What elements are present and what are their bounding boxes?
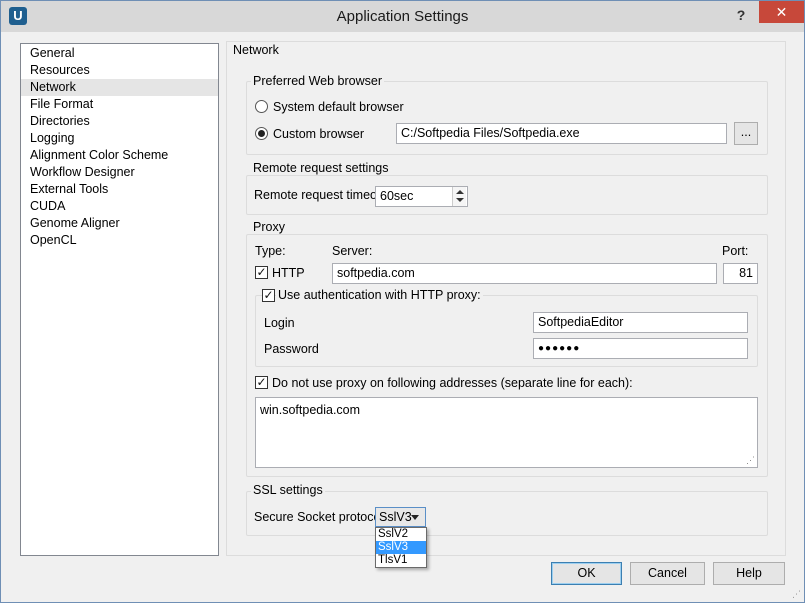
settings-window: U Application Settings ? ✕ General Resou… (0, 0, 805, 603)
ssl-protocol-dropdown[interactable]: SslV2 SslV3 TlsV1 (375, 527, 427, 568)
custom-browser-label[interactable]: Custom browser (273, 126, 364, 142)
use-auth-checkbox[interactable]: ✓ (262, 289, 275, 302)
spin-down-icon[interactable] (456, 198, 464, 202)
browse-button[interactable]: ... (734, 122, 758, 145)
sidebar-item-cuda[interactable]: CUDA (21, 198, 218, 215)
http-proxy-checkbox[interactable]: ✓ (255, 266, 268, 279)
title-bar[interactable]: U Application Settings ? ✕ (1, 1, 804, 32)
sidebar-item-alignment-color-scheme[interactable]: Alignment Color Scheme (21, 147, 218, 164)
window-title: Application Settings (336, 8, 469, 25)
ssl-protocol-select[interactable]: SslV3 (375, 507, 426, 527)
timeout-spinner[interactable] (452, 187, 466, 206)
cancel-button[interactable]: Cancel (630, 562, 705, 585)
no-proxy-label[interactable]: Do not use proxy on following addresses … (272, 375, 633, 391)
sidebar-item-directories[interactable]: Directories (21, 113, 218, 130)
proxy-port-header: Port: (722, 244, 749, 258)
spin-up-icon[interactable] (456, 190, 464, 194)
ssl-group-title: SSL settings (251, 483, 325, 497)
system-default-browser-radio[interactable] (255, 100, 268, 113)
no-proxy-addresses-field[interactable]: win.softpedia.com ⋰ (255, 397, 758, 468)
option-sslv3[interactable]: SslV3 (376, 541, 426, 554)
proxy-server-header: Server: (332, 244, 373, 258)
no-proxy-checkbox[interactable]: ✓ (255, 376, 268, 389)
proxy-server-field[interactable]: softpedia.com (332, 263, 717, 284)
sidebar-item-workflow-designer[interactable]: Workflow Designer (21, 164, 218, 181)
login-field[interactable]: SoftpediaEditor (533, 312, 748, 333)
sidebar-item-file-format[interactable]: File Format (21, 96, 218, 113)
resize-grip-icon[interactable]: ⋰ (746, 455, 755, 466)
app-icon: U (9, 7, 27, 25)
sidebar-item-external-tools[interactable]: External Tools (21, 181, 218, 198)
size-grip-icon[interactable]: ⋰ (792, 590, 801, 600)
use-auth-label[interactable]: Use authentication with HTTP proxy: (276, 288, 483, 302)
close-icon[interactable]: ✕ (759, 1, 804, 23)
browser-group-title: Preferred Web browser (251, 74, 384, 88)
sidebar-item-resources[interactable]: Resources (21, 62, 218, 79)
sidebar-item-general[interactable]: General (21, 45, 218, 62)
settings-category-list[interactable]: General Resources Network File Format Di… (20, 43, 219, 556)
sidebar-item-opencl[interactable]: OpenCL (21, 232, 218, 249)
remote-request-group-title: Remote request settings (251, 161, 391, 175)
help-icon[interactable]: ? (729, 5, 753, 25)
section-title: Network (233, 43, 279, 57)
custom-browser-radio[interactable] (255, 127, 268, 140)
option-tlsv1[interactable]: TlsV1 (376, 554, 426, 567)
http-proxy-label[interactable]: HTTP (272, 265, 305, 281)
remote-timeout-label: Remote request timeout (254, 188, 388, 202)
login-label: Login (264, 316, 295, 330)
browser-path-field[interactable]: C:/Softpedia Files/Softpedia.exe (396, 123, 727, 144)
sidebar-item-logging[interactable]: Logging (21, 130, 218, 147)
chevron-down-icon[interactable] (411, 515, 419, 520)
no-proxy-address: win.softpedia.com (260, 403, 361, 417)
proxy-group-title: Proxy (251, 220, 287, 234)
help-button[interactable]: Help (713, 562, 785, 585)
ssl-protocol-value: SslV3 (379, 510, 412, 524)
proxy-port-field[interactable]: 81 (723, 263, 758, 284)
password-field[interactable]: ●●●●●● (533, 338, 748, 359)
ok-button[interactable]: OK (551, 562, 622, 585)
option-sslv2[interactable]: SslV2 (376, 528, 426, 541)
system-default-browser-label[interactable]: System default browser (273, 99, 404, 115)
sidebar-item-genome-aligner[interactable]: Genome Aligner (21, 215, 218, 232)
password-label: Password (264, 342, 319, 356)
sidebar-item-network[interactable]: Network (21, 79, 218, 96)
proxy-type-header: Type: (255, 244, 286, 258)
ssl-protocol-label: Secure Socket protocol: (254, 510, 387, 524)
